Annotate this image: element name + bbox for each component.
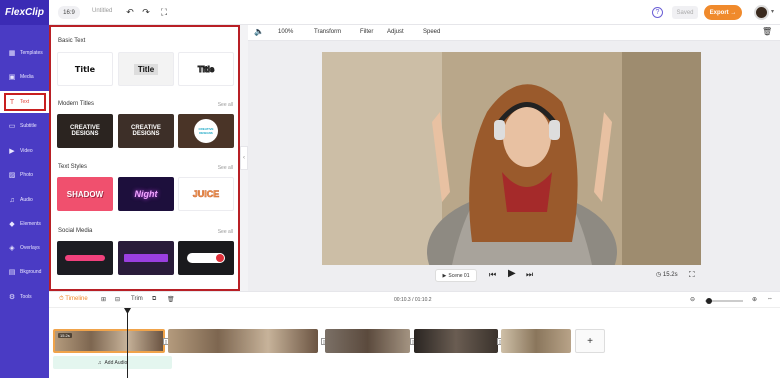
zoom-out-icon[interactable]: ⊖ xyxy=(690,296,695,303)
bell-icon xyxy=(216,254,224,262)
app-logo[interactable]: FlexClip xyxy=(0,0,49,25)
export-button[interactable]: Export → xyxy=(704,5,742,20)
play-small-icon: ▶ xyxy=(442,272,447,279)
audio-icon: ♫ xyxy=(9,196,15,204)
duplicate-icon[interactable]: ⧉ xyxy=(152,296,156,303)
split-icon[interactable]: ⊟ xyxy=(115,296,120,303)
timeline-clip[interactable] xyxy=(168,329,318,353)
zoom-select[interactable]: 100% xyxy=(278,29,293,35)
play-timeline-icon[interactable]: ⊕ xyxy=(752,296,757,303)
help-icon[interactable]: ? xyxy=(652,7,663,18)
scene-duration: ◷ 15.2s xyxy=(656,272,678,278)
modern-title-tile[interactable]: CREATIVE DESIGNS xyxy=(118,114,174,148)
video-icon: ▶ xyxy=(9,148,15,155)
redo-icon[interactable]: ↷ xyxy=(140,6,152,18)
see-all-link[interactable]: See all xyxy=(218,229,233,235)
trash-icon[interactable]: 🗑 xyxy=(762,27,772,36)
see-all-link[interactable]: See all xyxy=(218,165,233,171)
timeline-clip[interactable] xyxy=(414,329,498,353)
volume-icon[interactable]: 🔈 xyxy=(254,27,264,36)
video-frame-art xyxy=(322,52,701,265)
timeline-panel: ⏱ Timeline ⊞ ⊟ Trim ⧉ 🗑 00:10.3 / 01:10.… xyxy=(49,291,780,378)
nav-item-video[interactable]: ▶ Video xyxy=(0,140,49,162)
media-icon: ▣ xyxy=(8,74,16,81)
section-modern-titles: Modern Titles xyxy=(58,101,95,107)
add-scene-icon[interactable]: ⊞ xyxy=(101,296,106,303)
timeline-tab[interactable]: ⏱ Timeline xyxy=(59,296,88,303)
text-panel: Basic Text Title Title Title Modern Titl… xyxy=(49,25,240,291)
elements-icon: ◆ xyxy=(9,221,15,228)
subscribe-pill xyxy=(187,253,225,263)
subtitle-icon: ▭ xyxy=(8,123,16,130)
social-media-tile[interactable] xyxy=(118,241,174,275)
video-preview[interactable] xyxy=(322,52,701,265)
section-text-styles: Text Styles xyxy=(58,164,88,170)
social-media-tile[interactable] xyxy=(57,241,113,275)
undo-icon[interactable]: ↶ xyxy=(124,6,136,18)
overlays-icon: ◈ xyxy=(9,245,15,252)
section-social-media: Social Media xyxy=(58,228,93,234)
collapse-panel-button[interactable]: ‹ xyxy=(240,146,248,170)
social-banner-shape xyxy=(124,254,168,262)
social-banner-shape xyxy=(65,255,105,261)
timeline-clip[interactable] xyxy=(501,329,571,353)
adjust-button[interactable]: Adjust xyxy=(387,29,404,35)
nav-item-photo[interactable]: ▨ Photo xyxy=(0,164,49,186)
templates-icon: ▦ xyxy=(8,50,16,57)
left-nav: ▦ Templates ▣ Media T Text ▭ Subtitle ▶ Video… xyxy=(0,25,49,378)
fullscreen-icon[interactable]: ⛶ xyxy=(158,6,170,18)
transform-button[interactable]: Transform xyxy=(314,29,341,35)
scene-selector[interactable]: ▶ Scene 01 xyxy=(435,269,477,282)
text-style-tile[interactable]: Night xyxy=(118,177,174,211)
add-clip-button[interactable]: + xyxy=(575,329,605,353)
skip-back-icon[interactable]: ⏮ xyxy=(489,270,496,280)
modern-title-tile[interactable]: CREATIVE DESIGNS xyxy=(57,114,113,148)
trim-button[interactable]: Trim xyxy=(131,296,143,302)
expand-icon[interactable]: ⇔ xyxy=(767,296,773,302)
edit-toolbar: 🔈 100% Transform Filter Adjust Speed 🗑 xyxy=(248,25,780,41)
fit-screen-icon[interactable]: ⛶ xyxy=(689,270,695,280)
modern-title-tile[interactable]: CREATIVE DESIGNS xyxy=(178,114,234,148)
background-icon: ▤ xyxy=(8,269,16,276)
section-basic-text: Basic Text xyxy=(58,38,86,44)
tools-icon: ⚙ xyxy=(8,294,16,301)
photo-icon: ▨ xyxy=(8,172,16,179)
playhead[interactable] xyxy=(127,308,128,378)
timeline-time: 00:10.3 / 01:10.2 xyxy=(394,297,432,303)
play-icon[interactable]: ▶ xyxy=(508,268,516,279)
playhead-handle[interactable] xyxy=(124,308,131,314)
zoom-slider-knob[interactable] xyxy=(706,298,712,304)
music-icon: ♫ xyxy=(97,359,102,366)
nav-item-elements[interactable]: ◆ Elements xyxy=(0,213,49,235)
saved-status: Saved xyxy=(672,6,698,19)
project-name[interactable]: Untitled xyxy=(92,8,112,14)
text-style-tile[interactable]: SHADOW xyxy=(57,177,113,211)
add-audio-button[interactable]: ♫ Add Audio xyxy=(53,356,172,369)
basic-title-tile[interactable]: Title xyxy=(118,52,174,86)
text-style-tile[interactable]: JUICE xyxy=(178,177,234,211)
top-bar: FlexClip 16:9 Untitled ↶ ↷ ⛶ ? Saved Exp… xyxy=(0,0,780,25)
nav-item-templates[interactable]: ▦ Templates xyxy=(0,42,49,64)
nav-item-subtitle[interactable]: ▭ Subtitle xyxy=(0,115,49,137)
nav-item-tools[interactable]: ⚙ Tools xyxy=(0,286,49,308)
nav-item-audio[interactable]: ♫ Audio xyxy=(0,189,49,211)
see-all-link[interactable]: See all xyxy=(218,102,233,108)
timeline-toolbar: ⏱ Timeline ⊞ ⊟ Trim ⧉ 🗑 00:10.3 / 01:10.… xyxy=(49,292,780,308)
basic-title-tile[interactable]: Title xyxy=(178,52,234,86)
speed-button[interactable]: Speed xyxy=(423,29,440,35)
skip-forward-icon[interactable]: ⏭ xyxy=(526,270,533,280)
delete-icon[interactable]: 🗑 xyxy=(167,296,175,303)
aspect-ratio-button[interactable]: 16:9 xyxy=(58,6,80,19)
filter-button[interactable]: Filter xyxy=(360,29,373,35)
nav-item-media[interactable]: ▣ Media xyxy=(0,66,49,88)
nav-highlight-box xyxy=(4,93,46,111)
basic-title-tile[interactable]: Title xyxy=(57,52,113,86)
chevron-down-icon[interactable]: ▾ xyxy=(771,8,774,15)
timeline-clip-selected[interactable]: 15.2s xyxy=(53,329,165,353)
avatar[interactable] xyxy=(754,5,769,20)
nav-item-overlays[interactable]: ◈ Overlays xyxy=(0,237,49,259)
timeline-clip[interactable] xyxy=(325,329,410,353)
nav-item-bkground[interactable]: ▤ Bkground xyxy=(0,261,49,283)
social-media-tile[interactable] xyxy=(178,241,234,275)
